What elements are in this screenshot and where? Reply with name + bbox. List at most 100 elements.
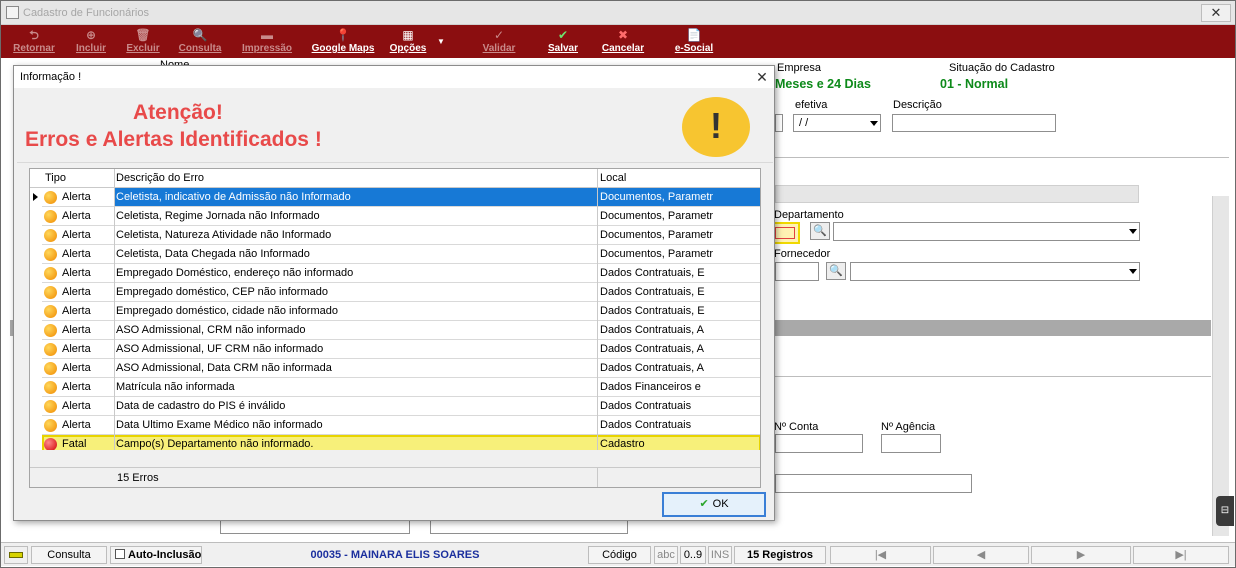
table-row[interactable]: Alerta Celetista, Data Chegada não Inform…	[30, 245, 760, 264]
cell-local: Documentos, Parametr	[600, 191, 714, 203]
cell-descricao: Celetista, indicativo de Admissão não In…	[116, 191, 351, 203]
window-title: Cadastro de Funcionários	[23, 7, 149, 19]
cell-tipo: Alerta	[62, 248, 91, 260]
document-icon: 📄	[686, 28, 702, 42]
departamento-combo[interactable]	[833, 222, 1140, 241]
warning-icon: !	[682, 97, 750, 157]
table-row[interactable]: Alerta Matrícula não informada Dados Finan…	[30, 378, 760, 397]
impressao-button[interactable]: ▬ Impressão	[237, 25, 297, 58]
nav-last-button[interactable]: ▶|	[1133, 546, 1229, 564]
fornecedor-code-field[interactable]	[775, 262, 819, 281]
cell-local: Dados Contratuais	[600, 419, 692, 431]
cell-local: Dados Contratuais, E	[600, 305, 705, 317]
nav-next-button[interactable]: ▶	[1031, 546, 1131, 564]
table-row[interactable]: Alerta Empregado Doméstico, endereço não …	[30, 264, 760, 283]
nav-prev-button[interactable]: ◀	[933, 546, 1029, 564]
opcoes-dropdown-icon[interactable]: ▼	[435, 25, 447, 58]
row-indicator	[30, 378, 42, 397]
table-row[interactable]: Alerta Data de cadastro do PIS é inválido…	[30, 397, 760, 416]
cell-tipo: Alerta	[62, 324, 91, 336]
endereco-field[interactable]	[775, 474, 972, 493]
checkbox-icon	[115, 549, 125, 559]
errors-grid[interactable]: Tipo Descrição do Erro Local Alerta Celet…	[29, 168, 761, 488]
sort-codigo-button[interactable]: Código	[588, 546, 651, 564]
table-row[interactable]: Alerta Celetista, Regime Jornada não Info…	[30, 207, 760, 226]
cell-descricao: Data de cadastro do PIS é inválido	[116, 400, 286, 412]
cancelar-button[interactable]: ✖ Cancelar	[597, 25, 649, 58]
efetiva-date-combo[interactable]: / /	[793, 114, 881, 132]
cell-tipo: Alerta	[62, 229, 91, 241]
efetiva-left-combo[interactable]	[775, 114, 783, 132]
esocial-button[interactable]: 📄 e-Social	[669, 25, 719, 58]
table-row[interactable]: Alerta ASO Admissional, UF CRM não inform…	[30, 340, 760, 359]
window-close-button[interactable]: ✕	[1201, 4, 1231, 22]
conta-label: Nº Conta	[774, 421, 819, 433]
situacao-value: 01 - Normal	[940, 77, 1009, 91]
column-header-descricao[interactable]: Descrição do Erro	[116, 172, 204, 184]
side-panel-tab[interactable]: ⊟	[1216, 496, 1234, 526]
alert-icon	[44, 191, 57, 204]
opcoes-button[interactable]: ▦ Opções	[385, 25, 431, 58]
row-indicator	[30, 283, 42, 302]
fornecedor-search-button[interactable]: 🔍	[826, 262, 846, 280]
conta-field[interactable]	[775, 434, 863, 453]
row-indicator	[30, 321, 42, 340]
grid-icon: ▦	[402, 28, 414, 42]
table-row[interactable]: Alerta ASO Admissional, CRM não informado…	[30, 321, 760, 340]
alert-icon	[44, 229, 57, 242]
departamento-search-button[interactable]: 🔍	[810, 222, 830, 240]
empresa-label: Empresa	[777, 62, 822, 74]
table-row[interactable]: Alerta ASO Admissional, Data CRM não info…	[30, 359, 760, 378]
grid-header: Tipo Descrição do Erro Local	[30, 169, 760, 188]
consulta-button[interactable]: 🔍 Consulta	[175, 25, 225, 58]
table-row[interactable]: Alerta Empregado doméstico, cidade não in…	[30, 302, 760, 321]
cell-descricao: Empregado Doméstico, endereço não inform…	[116, 267, 354, 279]
dialog-close-button[interactable]: ✕	[752, 67, 772, 87]
check-icon: ✓	[493, 28, 505, 42]
alert-icon	[44, 267, 57, 280]
alert-icon	[44, 324, 57, 337]
excluir-button[interactable]: 🗑 Excluir	[123, 25, 163, 58]
abc-indicator: abc	[654, 546, 678, 564]
cell-local: Dados Contratuais, E	[600, 286, 705, 298]
trash-icon: 🗑	[135, 28, 151, 42]
dialog-heading-errors: Erros e Alertas Identificados !	[25, 128, 322, 151]
efetiva-label: efetiva	[795, 99, 828, 111]
table-row[interactable]: Alerta Data Ultimo Exame Médico não infor…	[30, 416, 760, 435]
cell-local: Dados Contratuais	[600, 400, 692, 412]
table-row[interactable]: Alerta Empregado doméstico, CEP não infor…	[30, 283, 760, 302]
salvar-button[interactable]: ✔ Salvar	[543, 25, 583, 58]
ok-button[interactable]: ✔ OK	[662, 492, 766, 517]
column-divider	[597, 169, 598, 450]
toolbar: ⮌ Retornar ⊕ Incluir 🗑 Excluir 🔍 Consult…	[1, 25, 1235, 58]
agencia-field[interactable]	[881, 434, 941, 453]
cell-descricao: ASO Admissional, CRM não informado	[116, 324, 306, 336]
column-header-tipo[interactable]: Tipo	[45, 172, 66, 184]
dialog-title: Informação !	[20, 71, 82, 83]
nav-first-button[interactable]: |◀	[830, 546, 931, 564]
descricao-field[interactable]	[892, 114, 1056, 132]
fornecedor-combo[interactable]	[850, 262, 1140, 281]
cell-local: Documentos, Parametr	[600, 229, 714, 241]
save-check-icon: ✔	[557, 28, 569, 42]
table-row[interactable]: Alerta Celetista, indicativo de Admissão …	[30, 188, 760, 207]
grid-footer: 15 Erros	[30, 467, 760, 487]
incluir-button[interactable]: ⊕ Incluir	[71, 25, 111, 58]
cell-tipo: Alerta	[62, 362, 91, 374]
search-icon: 🔍	[813, 225, 827, 237]
ins-indicator: INS	[708, 546, 732, 564]
cell-descricao: Empregado doméstico, cidade não informad…	[116, 305, 338, 317]
form-scrollbar[interactable]	[1212, 196, 1229, 536]
cell-descricao: ASO Admissional, UF CRM não informado	[116, 343, 324, 355]
retornar-button[interactable]: ⮌ Retornar	[9, 25, 59, 58]
grid-scrollbar[interactable]	[30, 450, 760, 467]
cell-local: Dados Contratuais, A	[600, 343, 704, 355]
column-divider	[114, 169, 115, 450]
validar-button[interactable]: ✓ Validar	[477, 25, 521, 58]
alert-icon	[44, 210, 57, 223]
table-row[interactable]: Alerta Celetista, Natureza Atividade não …	[30, 226, 760, 245]
info-dialog: Informação ! ✕ Atenção! Erros e Alertas …	[13, 65, 775, 521]
auto-inclusao-checkbox[interactable]: Auto-Inclusão	[110, 546, 202, 564]
google-maps-button[interactable]: 📍 Google Maps	[307, 25, 379, 58]
column-header-local[interactable]: Local	[600, 172, 626, 184]
